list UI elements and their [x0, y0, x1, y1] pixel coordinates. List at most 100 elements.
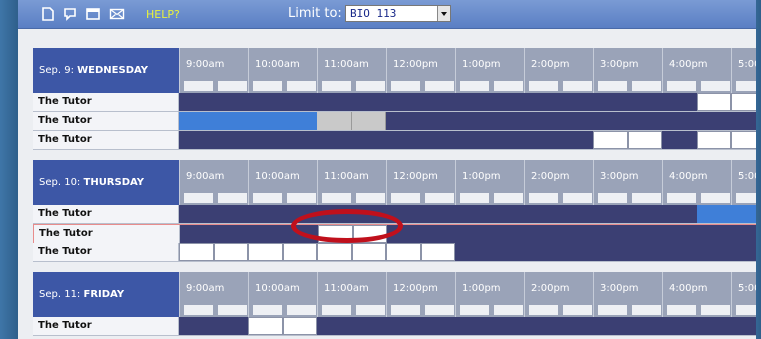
available-slot[interactable] [731, 93, 756, 111]
envelope-icon[interactable] [109, 7, 125, 21]
schedule-app: HELP? Limit to: BIO 113 Sep. 9: WEDNESDA… [18, 0, 756, 339]
half-hour-row [732, 305, 756, 315]
half-hour-row [318, 193, 386, 203]
selected-slot[interactable] [179, 112, 317, 130]
available-slot[interactable] [351, 243, 386, 261]
time-slots [179, 205, 756, 223]
half-hour-cell [184, 81, 213, 91]
half-hour-cell [701, 81, 730, 91]
half-hour-row [249, 193, 317, 203]
half-hour-cell [253, 81, 282, 91]
half-hour-cell [425, 81, 454, 91]
available-slot[interactable] [420, 243, 455, 261]
selected-slot[interactable] [696, 205, 756, 223]
help-link[interactable]: HELP? [146, 8, 180, 21]
day-block: Sep. 10: THURSDAY 9:00am 10:00am 11:00am 12:… [33, 160, 756, 262]
hour-column-header: 5:00pm [731, 160, 756, 205]
hour-column-header: 11:00am [317, 160, 386, 205]
available-slot[interactable] [386, 243, 421, 261]
half-hour-cell [253, 305, 282, 315]
tutor-name: The Tutor [33, 205, 179, 223]
half-hour-row [456, 193, 524, 203]
available-slot[interactable] [731, 131, 756, 149]
half-hour-cell [667, 81, 696, 91]
half-hour-cell [736, 81, 756, 91]
half-hour-cell [356, 305, 385, 315]
speech-bubble-icon[interactable] [62, 7, 78, 21]
toolbar: HELP? Limit to: BIO 113 [18, 0, 756, 29]
time-slots [180, 225, 756, 243]
half-hour-cell [287, 193, 316, 203]
half-hour-cell [529, 305, 558, 315]
hour-label: 9:00am [186, 283, 225, 294]
available-slot[interactable] [179, 243, 214, 261]
available-slot[interactable] [696, 93, 731, 111]
half-hour-cell [494, 193, 523, 203]
hour-column-header: 1:00pm [455, 48, 524, 93]
course-filter-select[interactable]: BIO 113 [345, 5, 451, 22]
available-slot[interactable] [248, 317, 283, 335]
day-date: Sep. 10: [39, 177, 81, 188]
hour-label: 2:00pm [531, 59, 570, 70]
half-hour-cell [184, 193, 213, 203]
hour-column-header: 9:00am [179, 160, 248, 205]
available-slot[interactable] [248, 243, 283, 261]
annotation-circle [291, 209, 403, 243]
tutor-row: The Tutor [33, 317, 756, 336]
tutor-row: The Tutor [33, 131, 756, 150]
half-hour-cell [391, 193, 420, 203]
hour-column-header: 1:00pm [455, 272, 524, 317]
hour-column-header: 3:00pm [593, 272, 662, 317]
available-slot[interactable] [696, 131, 731, 149]
half-hour-cell [494, 305, 523, 315]
half-hour-cell [322, 81, 351, 91]
tutor-name: The Tutor [33, 112, 179, 130]
half-hour-cell [529, 193, 558, 203]
available-slot[interactable] [282, 317, 317, 335]
hour-label: 11:00am [324, 59, 369, 70]
hour-label: 12:00pm [393, 171, 438, 182]
half-hour-row [180, 305, 248, 315]
half-hour-cell [425, 305, 454, 315]
half-hour-row [180, 193, 248, 203]
window-icon[interactable] [85, 7, 101, 21]
half-hour-row [525, 81, 593, 91]
hour-label: 9:00am [186, 171, 225, 182]
tutor-row: The Tutor [33, 243, 756, 262]
hour-column-header: 2:00pm [524, 48, 593, 93]
day-block: Sep. 9: WEDNESDAY 9:00am 10:00am 11:00am 12:… [33, 48, 756, 150]
day-header: Sep. 11: FRIDAY 9:00am 10:00am 11:00am 12:00… [33, 272, 756, 317]
half-hour-row [318, 305, 386, 315]
hour-label: 4:00pm [669, 59, 708, 70]
hour-column-header: 10:00am [248, 48, 317, 93]
available-slot[interactable] [282, 243, 317, 261]
course-filter-value: BIO 113 [350, 7, 397, 20]
hour-label: 3:00pm [600, 171, 639, 182]
document-icon[interactable] [40, 7, 56, 21]
half-hour-cell [563, 305, 592, 315]
available-slot[interactable] [213, 243, 248, 261]
hour-column-header: 3:00pm [593, 48, 662, 93]
dropdown-arrow-icon[interactable] [437, 6, 450, 21]
available-slot[interactable] [317, 243, 352, 261]
hour-column-header: 12:00pm [386, 160, 455, 205]
hour-label: 1:00pm [462, 283, 501, 294]
hour-column-header: 4:00pm [662, 272, 731, 317]
half-hour-cell [460, 305, 489, 315]
half-hour-cell [287, 81, 316, 91]
half-hour-cell [632, 193, 661, 203]
hour-label: 12:00pm [393, 59, 438, 70]
hour-label: 10:00am [255, 59, 300, 70]
hour-label: 2:00pm [531, 171, 570, 182]
available-slot[interactable] [593, 131, 628, 149]
hour-column-header: 2:00pm [524, 272, 593, 317]
unavailable-slot [317, 112, 352, 130]
available-slot[interactable] [627, 131, 662, 149]
half-hour-row [387, 81, 455, 91]
day-weekday: FRIDAY [83, 289, 125, 300]
half-hour-row [594, 81, 662, 91]
hour-label: 12:00pm [393, 283, 438, 294]
unavailable-slot [351, 112, 386, 130]
hour-label: 2:00pm [531, 283, 570, 294]
hour-label: 3:00pm [600, 283, 639, 294]
